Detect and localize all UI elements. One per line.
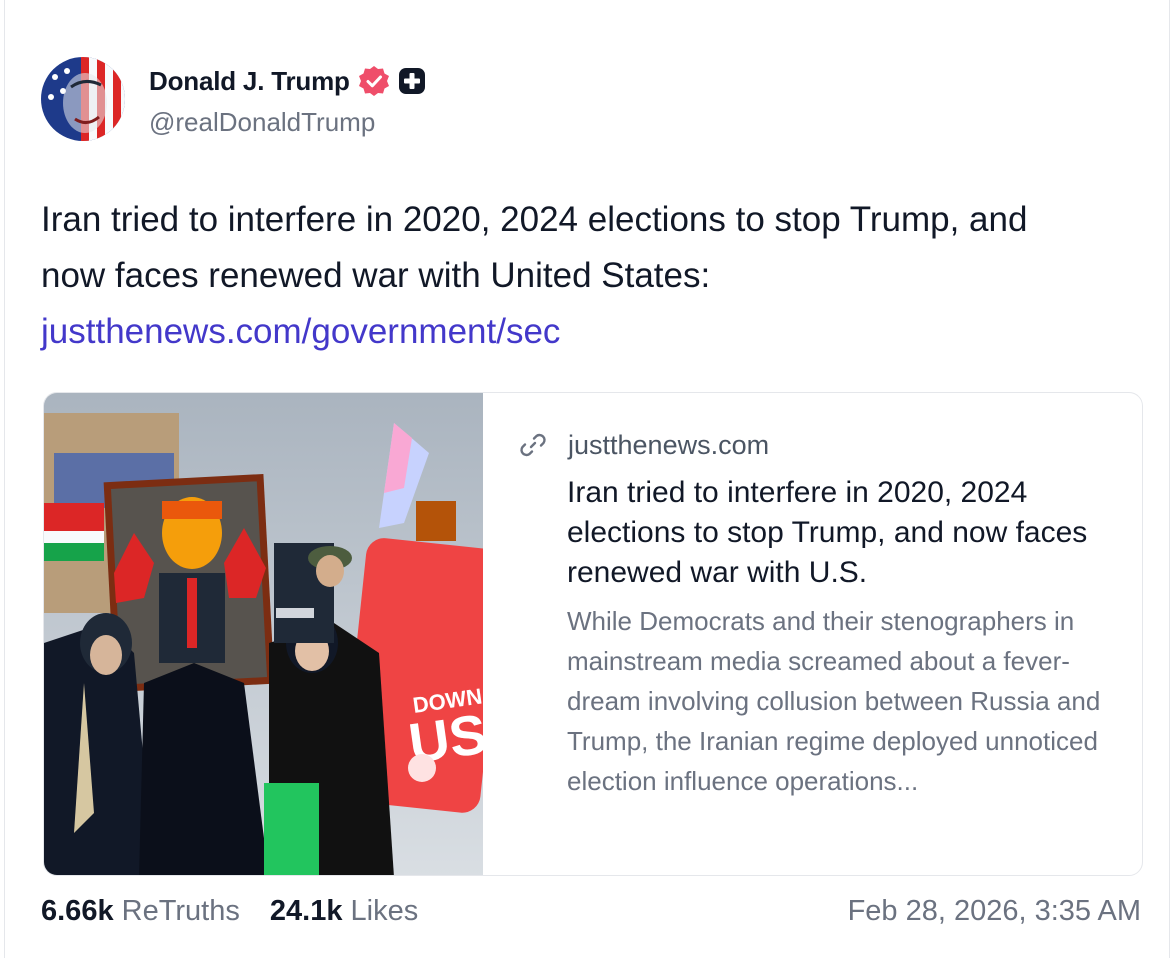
post-link[interactable]: justthenews.com/government/sec xyxy=(41,304,1151,360)
avatar[interactable] xyxy=(41,57,125,141)
post-card: Donald J. Trump @realDonaldTrump Iran tr… xyxy=(4,0,1170,958)
link-preview-card[interactable]: DOWN WITH US xyxy=(43,392,1143,876)
link-preview-image[interactable]: DOWN WITH US xyxy=(44,393,483,875)
post-timestamp[interactable]: Feb 28, 2026, 3:35 AM xyxy=(848,895,1141,928)
retruths-stat[interactable]: 6.66k ReTruths xyxy=(41,895,240,927)
avatar-image xyxy=(41,57,125,141)
post-footer: 6.66k ReTruths 24.1k Likes Feb 28, 2026,… xyxy=(41,895,1141,939)
retruths-label: ReTruths xyxy=(121,895,240,927)
link-title[interactable]: Iran tried to interfere in 2020, 2024 el… xyxy=(567,473,1127,593)
likes-stat[interactable]: 24.1k Likes xyxy=(270,895,418,927)
post-text-line: Iran tried to interfere in 2020, 2024 el… xyxy=(41,200,1028,239)
post-stats: 6.66k ReTruths 24.1k Likes xyxy=(41,895,440,928)
author-name[interactable]: Donald J. Trump xyxy=(149,66,350,97)
author-handle[interactable]: @realDonaldTrump xyxy=(149,107,375,138)
likes-count: 24.1k xyxy=(269,895,343,927)
link-chain-icon xyxy=(518,430,548,460)
retruths-count: 6.66k xyxy=(41,895,114,927)
post-text-line: now faces renewed war with United States… xyxy=(41,256,711,295)
post-header: Donald J. Trump @realDonaldTrump xyxy=(41,57,741,143)
verified-badge-icon xyxy=(358,65,390,97)
link-description: While Democrats and their stenographers … xyxy=(567,606,1101,796)
likes-label: Likes xyxy=(350,895,419,927)
plus-badge-icon xyxy=(398,67,426,95)
post-text: Iran tried to interfere in 2020, 2024 el… xyxy=(41,192,1151,360)
link-domain: justthenews.com xyxy=(568,429,770,460)
